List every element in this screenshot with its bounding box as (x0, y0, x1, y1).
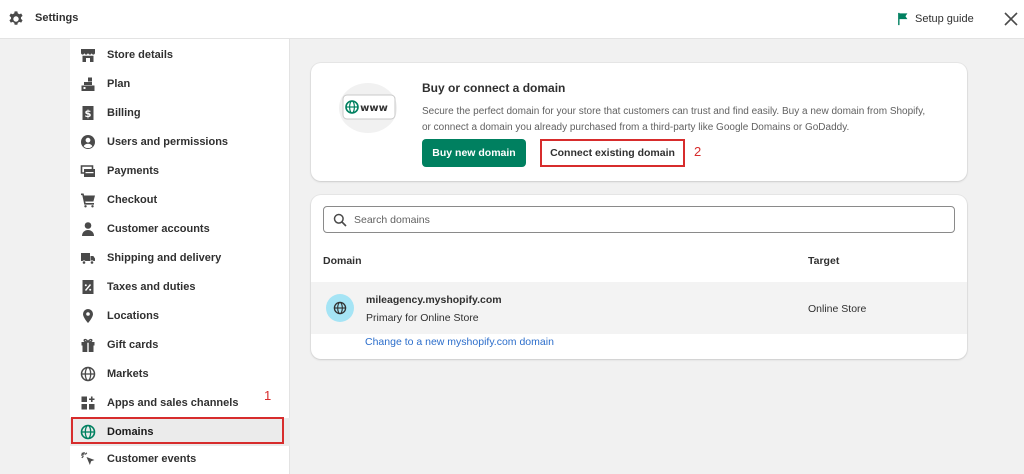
sidebar-item-label: Locations (107, 310, 159, 322)
sidebar-item-label: Billing (107, 107, 141, 119)
sidebar-item-plan[interactable]: Plan (70, 70, 290, 98)
domains-list-card: Domain Target mileagency.myshopify.com P… (311, 195, 967, 359)
sidebar-item-customer-accounts[interactable]: Customer accounts (70, 215, 290, 243)
sidebar-item-label: Store details (107, 49, 174, 61)
sidebar-item-customer-events[interactable]: Customer events (70, 445, 290, 473)
sidebar-item-locations[interactable]: Locations (70, 302, 290, 330)
table-row[interactable]: mileagency.myshopify.com Primary for Onl… (311, 282, 967, 334)
sidebar-item-billing[interactable]: $ Billing (70, 99, 290, 127)
search-icon (333, 213, 347, 227)
person-icon (82, 222, 94, 236)
sidebar-item-taxes-and-duties[interactable]: Taxes and duties (70, 273, 290, 301)
close-icon[interactable] (1002, 10, 1020, 28)
apps-icon (81, 396, 95, 410)
domain-primary-label: Primary for Online Store (366, 312, 479, 324)
connect-existing-domain-button[interactable]: Connect existing domain (540, 139, 685, 167)
gear-icon (9, 11, 23, 25)
sidebar-item-apps-and-sales-channels[interactable]: Apps and sales channels (70, 389, 290, 417)
buy-connect-domain-card: www Buy or connect a domain Secure the p… (311, 63, 967, 181)
globe-icon (80, 366, 96, 382)
sidebar-item-label: Customer events (107, 453, 197, 465)
domain-badge (326, 294, 354, 322)
truck-icon (81, 253, 95, 265)
sidebar-item-domains[interactable]: Domains (70, 418, 290, 446)
location-pin-icon (83, 309, 93, 323)
domain-name: mileagency.myshopify.com (366, 294, 502, 306)
domain-target: Online Store (808, 303, 867, 315)
sidebar-item-label: Customer accounts (107, 223, 210, 235)
domains-globe-icon (80, 424, 96, 440)
flag-icon (898, 12, 908, 26)
setup-guide-label: Setup guide (915, 13, 974, 25)
annotation-marker-1: 1 (264, 388, 272, 403)
cursor-click-icon (81, 452, 95, 465)
sidebar-item-label: Apps and sales channels (107, 397, 239, 409)
sidebar-item-label: Domains (107, 426, 154, 438)
sidebar-item-label: Shipping and delivery (107, 252, 222, 264)
sidebar-item-label: Payments (107, 165, 159, 177)
buy-new-domain-button[interactable]: Buy new domain (422, 139, 526, 167)
sidebar-item-label: Plan (107, 78, 131, 90)
sidebar-item-label: Gift cards (107, 339, 159, 351)
sidebar-item-shipping-and-delivery[interactable]: Shipping and delivery (70, 244, 290, 272)
sidebar-item-gift-cards[interactable]: Gift cards (70, 331, 290, 359)
sidebar-item-store-details[interactable]: Store details (70, 41, 290, 69)
tax-icon (82, 280, 94, 294)
www-text: www (360, 103, 388, 114)
sidebar-item-label: Checkout (107, 194, 158, 206)
settings-sidebar: Store details Plan $ Billing Users and p… (70, 39, 290, 474)
payments-icon (80, 165, 95, 177)
sidebar-item-users-and-permissions[interactable]: Users and permissions (70, 128, 290, 156)
www-domain-illustration: www (339, 83, 397, 133)
setup-guide-button[interactable]: Setup guide (896, 10, 974, 28)
column-header-target: Target (808, 255, 840, 267)
plan-icon (81, 77, 95, 91)
search-domains-field[interactable] (323, 206, 955, 233)
billing-icon: $ (82, 106, 94, 120)
gift-icon (81, 338, 95, 352)
sidebar-item-payments[interactable]: Payments (70, 157, 290, 185)
annotation-marker-2: 2 (694, 144, 702, 159)
sidebar-item-label: Markets (107, 368, 149, 380)
card-heading: Buy or connect a domain (422, 81, 566, 95)
sidebar-item-markets[interactable]: Markets (70, 360, 290, 388)
sidebar-item-label: Users and permissions (107, 136, 229, 148)
page-title: Settings (35, 12, 79, 24)
user-circle-icon (81, 135, 95, 149)
card-description: Secure the perfect domain for your store… (422, 106, 926, 133)
search-domains-input[interactable] (354, 211, 944, 229)
svg-text:$: $ (85, 109, 92, 120)
store-icon (81, 49, 95, 62)
top-bar: Settings Setup guide (0, 0, 1024, 39)
sidebar-item-checkout[interactable]: Checkout (70, 186, 290, 214)
column-header-domain: Domain (323, 255, 362, 267)
sidebar-item-label: Taxes and duties (107, 281, 196, 293)
change-myshopify-domain-link[interactable]: Change to a new myshopify.com domain (365, 336, 554, 348)
globe-icon (333, 301, 347, 315)
cart-icon (81, 193, 95, 208)
